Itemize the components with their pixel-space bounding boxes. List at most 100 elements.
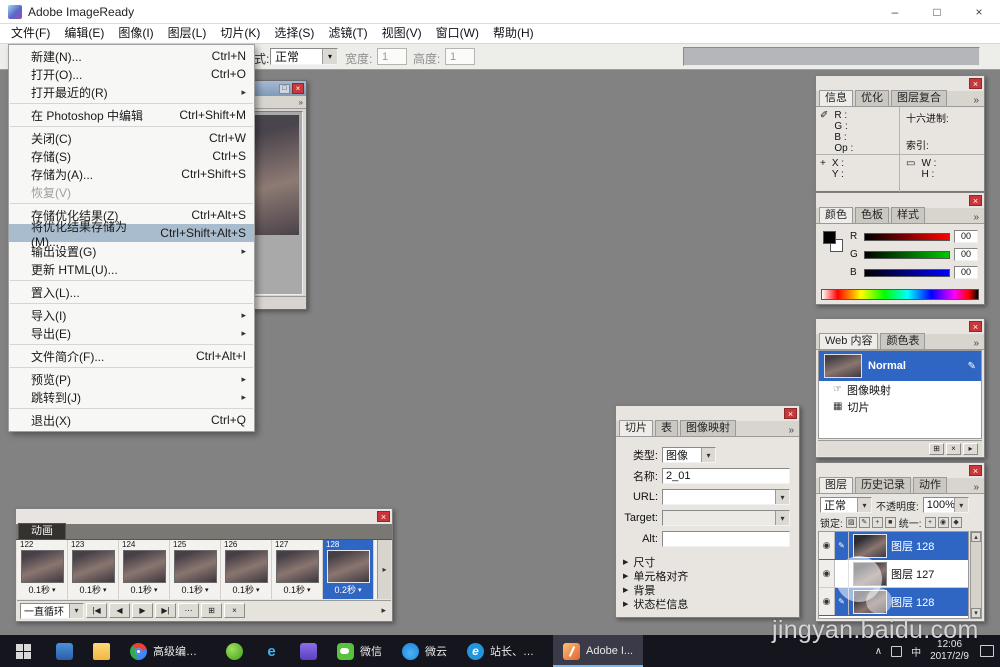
close-icon[interactable]: × xyxy=(969,465,982,476)
tab-overflow-icon[interactable]: » xyxy=(299,98,303,107)
file-menu-item[interactable]: 新建(N)...Ctrl+N xyxy=(9,47,254,65)
slice-field-combo[interactable]: ▾ xyxy=(662,489,790,505)
previous-frame-button[interactable]: ◀ xyxy=(109,603,130,618)
panel-drag-strip[interactable]: × xyxy=(816,463,984,478)
menubar-item[interactable]: 窗口(W) xyxy=(429,24,486,43)
panel-drag-strip[interactable]: × xyxy=(816,193,984,208)
ime-indicator[interactable]: 中 xyxy=(911,644,921,659)
frame-delay[interactable]: 0.1秒▾ xyxy=(79,583,106,596)
frame-delay[interactable]: 0.1秒▾ xyxy=(181,583,208,596)
lock-transparency-icon[interactable]: ▨ xyxy=(846,517,857,528)
file-menu-item[interactable]: 置入(L)... xyxy=(9,283,254,301)
slice-field-combo[interactable]: ▾ xyxy=(662,510,790,526)
document-close-button[interactable]: × xyxy=(292,83,304,94)
file-menu-item[interactable]: 更新 HTML(U)... xyxy=(9,260,254,278)
taskbar-pinned-app[interactable] xyxy=(46,635,83,667)
rollover-state-row[interactable]: Normal ✎ xyxy=(819,351,981,381)
tween-button[interactable]: ⋯ xyxy=(178,603,199,618)
menubar-item[interactable]: 图像(I) xyxy=(111,24,160,43)
play-button[interactable]: ▶ xyxy=(132,603,153,618)
panel-drag-strip[interactable]: × xyxy=(816,76,984,91)
height-input[interactable]: 1 xyxy=(445,48,475,65)
file-menu-item[interactable]: 恢复(V) xyxy=(9,183,254,201)
notification-center-icon[interactable] xyxy=(980,645,994,657)
slice-section-row[interactable]: ▶背景 xyxy=(616,583,799,597)
close-icon[interactable]: × xyxy=(377,511,390,522)
next-frame-button[interactable]: ▶| xyxy=(155,603,176,618)
slice-field-select[interactable]: 图像▾ xyxy=(662,447,716,463)
layer-row[interactable]: ◉✎图层 128 xyxy=(819,532,968,560)
panel-tab[interactable]: 样式 xyxy=(891,207,925,223)
file-menu-item[interactable]: 导入(I)▸ xyxy=(9,306,254,324)
color-spectrum-bar[interactable] xyxy=(821,289,979,300)
blend-mode-select[interactable]: 正常 ▾ xyxy=(820,497,872,513)
lock-all-icon[interactable]: ■ xyxy=(885,517,896,528)
slice-field-input[interactable] xyxy=(662,531,790,547)
color-slider[interactable] xyxy=(864,269,950,277)
panel-menu-icon[interactable]: » xyxy=(786,425,796,436)
panel-menu-icon[interactable]: » xyxy=(971,212,981,223)
menubar-item[interactable]: 切片(K) xyxy=(213,24,267,43)
new-item-button[interactable]: ⊞ xyxy=(929,443,944,455)
panel-tab[interactable]: 颜色表 xyxy=(880,333,925,349)
panel-menu-icon[interactable]: ▸ xyxy=(381,605,388,616)
file-menu-item[interactable]: 打开(O)...Ctrl+O xyxy=(9,65,254,83)
delete-frame-button[interactable]: × xyxy=(224,603,245,618)
first-frame-button[interactable]: |◀ xyxy=(86,603,107,618)
scroll-up-icon[interactable]: ▴ xyxy=(971,532,981,542)
panel-tab[interactable]: 图像映射 xyxy=(680,420,736,436)
color-swatches[interactable] xyxy=(822,230,846,270)
animation-frame[interactable]: 1240.1秒▾ xyxy=(119,540,170,599)
file-menu-item[interactable]: 退出(X)Ctrl+Q xyxy=(9,411,254,429)
color-value-box[interactable]: 00 xyxy=(954,230,978,243)
panel-tab[interactable]: 图层 xyxy=(819,477,853,493)
animation-frame[interactable]: 1280.2秒▾ xyxy=(323,540,374,599)
minimize-button[interactable]: – xyxy=(874,0,916,23)
frame-delay[interactable]: 0.1秒▾ xyxy=(130,583,157,596)
file-menu-item[interactable]: 将优化结果存储为(M)...Ctrl+Shift+Alt+S xyxy=(9,224,254,242)
frame-delay[interactable]: 0.1秒▾ xyxy=(232,583,259,596)
panel-tab[interactable]: 色板 xyxy=(855,207,889,223)
file-menu-item[interactable]: 在 Photoshop 中编辑Ctrl+Shift+M xyxy=(9,106,254,124)
file-menu-item[interactable]: 存储(S)Ctrl+S xyxy=(9,147,254,165)
close-icon[interactable]: × xyxy=(969,78,982,89)
menubar-item[interactable]: 帮助(H) xyxy=(486,24,541,43)
panel-tab[interactable]: 信息 xyxy=(819,90,853,106)
visibility-eye-icon[interactable]: ◉ xyxy=(819,560,835,587)
menubar-item[interactable]: 文件(F) xyxy=(4,24,57,43)
style-select[interactable]: 正常 ▾ xyxy=(270,48,338,65)
file-menu-item[interactable]: 导出(E)▸ xyxy=(9,324,254,342)
menubar-item[interactable]: 滤镜(T) xyxy=(321,24,374,43)
foreground-color-swatch[interactable] xyxy=(823,231,836,244)
close-icon[interactable]: × xyxy=(784,408,797,419)
maximize-button[interactable]: □ xyxy=(916,0,958,23)
file-menu-item[interactable]: 存储为(A)...Ctrl+Shift+S xyxy=(9,165,254,183)
file-menu-item[interactable]: 打开最近的(R)▸ xyxy=(9,83,254,101)
taskbar-green-app[interactable] xyxy=(216,635,253,667)
panel-tab[interactable]: 优化 xyxy=(855,90,889,106)
document-maximize-button[interactable]: □ xyxy=(279,84,290,94)
panel-drag-strip[interactable]: × xyxy=(616,406,799,421)
file-menu-item[interactable]: 文件简介(F)...Ctrl+Alt+I xyxy=(9,347,254,365)
visibility-eye-icon[interactable]: ◉ xyxy=(819,588,835,615)
tray-up-arrow-icon[interactable]: ∧ xyxy=(875,646,882,657)
close-icon[interactable]: × xyxy=(969,195,982,206)
taskbar-ie-window[interactable]: e站长、公... xyxy=(457,635,553,667)
panel-drag-strip[interactable]: × xyxy=(816,319,984,334)
color-value-box[interactable]: 00 xyxy=(954,266,978,279)
panel-tab[interactable]: 切片 xyxy=(619,420,653,436)
lock-image-icon[interactable]: ✎ xyxy=(859,517,870,528)
taskbar-imageready-window[interactable]: Adobe I... xyxy=(553,635,643,667)
scroll-right-icon[interactable]: ▸ xyxy=(382,565,386,574)
slice-section-row[interactable]: ▶尺寸 xyxy=(616,555,799,569)
panel-menu-icon[interactable]: » xyxy=(971,95,981,106)
close-icon[interactable]: × xyxy=(969,321,982,332)
width-input[interactable]: 1 xyxy=(377,48,407,65)
slice-field-input[interactable]: 2_01 xyxy=(662,468,790,484)
animation-frame[interactable]: 1270.1秒▾ xyxy=(272,540,323,599)
panel-tab[interactable]: 颜色 xyxy=(819,207,853,223)
panel-tab[interactable]: 动作 xyxy=(913,477,947,493)
file-menu-item[interactable]: 关闭(C)Ctrl+W xyxy=(9,129,254,147)
file-menu-item[interactable]: 跳转到(J)▸ xyxy=(9,388,254,406)
frame-delay[interactable]: 0.1秒▾ xyxy=(28,583,55,596)
